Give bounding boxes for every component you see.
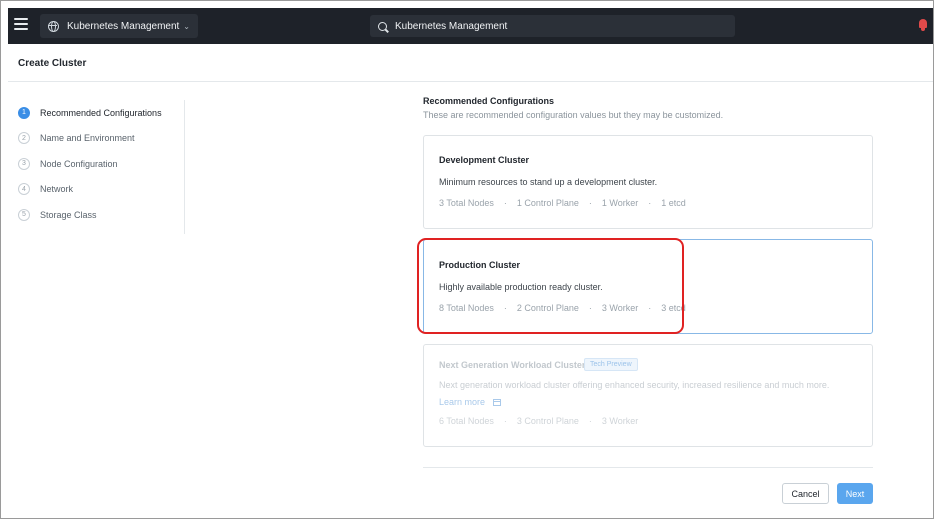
stat-separator: · — [588, 198, 592, 208]
step-node-configuration[interactable]: 3 Node Configuration — [18, 151, 184, 177]
next-generation-cluster-card: Next Generation Workload Cluster Tech Pr… — [423, 344, 873, 447]
stat-control-plane: 1 Control Plane — [516, 198, 579, 208]
card-title: Next Generation Workload Cluster — [439, 360, 586, 370]
search-bar[interactable] — [370, 15, 735, 37]
stat-etcd: 3 etcd — [661, 303, 686, 313]
app-switcher[interactable]: Kubernetes Management ⌄ — [40, 14, 198, 38]
next-button[interactable]: Next — [837, 483, 873, 504]
learn-more-link[interactable]: Learn more — [439, 397, 502, 407]
stat-separator: · — [503, 303, 507, 313]
learn-more-label: Learn more — [439, 397, 486, 407]
external-link-icon — [493, 398, 502, 406]
card-stats: 6 Total Nodes · 3 Control Plane · 3 Work… — [439, 416, 638, 426]
step-label: Storage Class — [40, 209, 97, 220]
card-title: Development Cluster — [439, 155, 530, 165]
cancel-button[interactable]: Cancel — [782, 483, 829, 504]
stat-etcd: 1 etcd — [661, 198, 686, 208]
card-title: Production Cluster — [439, 260, 521, 270]
card-stats: 8 Total Nodes · 2 Control Plane · 3 Work… — [439, 303, 686, 313]
search-icon — [378, 21, 387, 31]
page-title: Create Cluster — [18, 58, 87, 69]
stat-separator: · — [648, 198, 652, 208]
page-header: Create Cluster — [8, 44, 934, 82]
footer-divider — [423, 467, 873, 468]
production-cluster-card[interactable]: Production Cluster Highly available prod… — [423, 239, 873, 334]
menu-icon[interactable] — [14, 18, 28, 32]
card-description: Next generation workload cluster offerin… — [439, 380, 830, 390]
stat-separator: · — [503, 416, 507, 426]
step-label: Recommended Configurations — [40, 107, 162, 118]
stat-worker: 3 Worker — [601, 416, 639, 426]
card-description: Minimum resources to stand up a developm… — [439, 177, 658, 187]
step-recommended-configurations[interactable]: 1 Recommended Configurations — [18, 100, 184, 126]
step-number: 4 — [18, 183, 30, 196]
card-stats: 3 Total Nodes · 1 Control Plane · 1 Work… — [439, 198, 686, 208]
section-title: Recommended Configurations — [423, 96, 555, 106]
bell-icon[interactable] — [918, 19, 928, 31]
step-number: 1 — [18, 106, 30, 119]
top-bar: Kubernetes Management ⌄ — [8, 8, 934, 44]
app-switcher-label: Kubernetes Management — [67, 20, 180, 32]
step-number: 5 — [18, 208, 30, 221]
step-number: 3 — [18, 157, 30, 170]
search-input[interactable] — [395, 20, 695, 32]
stat-separator: · — [503, 198, 507, 208]
stat-total-nodes: 8 Total Nodes — [439, 303, 494, 313]
step-label: Name and Environment — [40, 133, 135, 144]
stat-total-nodes: 3 Total Nodes — [439, 198, 494, 208]
development-cluster-card[interactable]: Development Cluster Minimum resources to… — [423, 135, 873, 229]
globe-icon — [48, 20, 59, 32]
stat-total-nodes: 6 Total Nodes — [439, 416, 494, 426]
stat-separator: · — [588, 303, 592, 313]
stat-control-plane: 2 Control Plane — [516, 303, 579, 313]
stat-separator: · — [648, 303, 652, 313]
stat-control-plane: 3 Control Plane — [516, 416, 579, 426]
stat-worker: 3 Worker — [601, 303, 639, 313]
step-label: Node Configuration — [40, 158, 118, 169]
tech-preview-badge: Tech Preview — [584, 358, 638, 371]
stat-separator: · — [588, 416, 592, 426]
step-number: 2 — [18, 132, 30, 145]
step-storage-class[interactable]: 5 Storage Class — [18, 202, 184, 228]
step-label: Network — [40, 184, 74, 195]
stat-worker: 1 Worker — [601, 198, 639, 208]
wizard-steps: 1 Recommended Configurations 2 Name and … — [18, 100, 185, 234]
step-name-and-environment[interactable]: 2 Name and Environment — [18, 126, 184, 152]
card-description: Highly available production ready cluste… — [439, 282, 603, 292]
chevron-down-icon: ⌄ — [183, 21, 190, 31]
step-network[interactable]: 4 Network — [18, 177, 184, 203]
section-subtitle: These are recommended configuration valu… — [423, 110, 724, 120]
